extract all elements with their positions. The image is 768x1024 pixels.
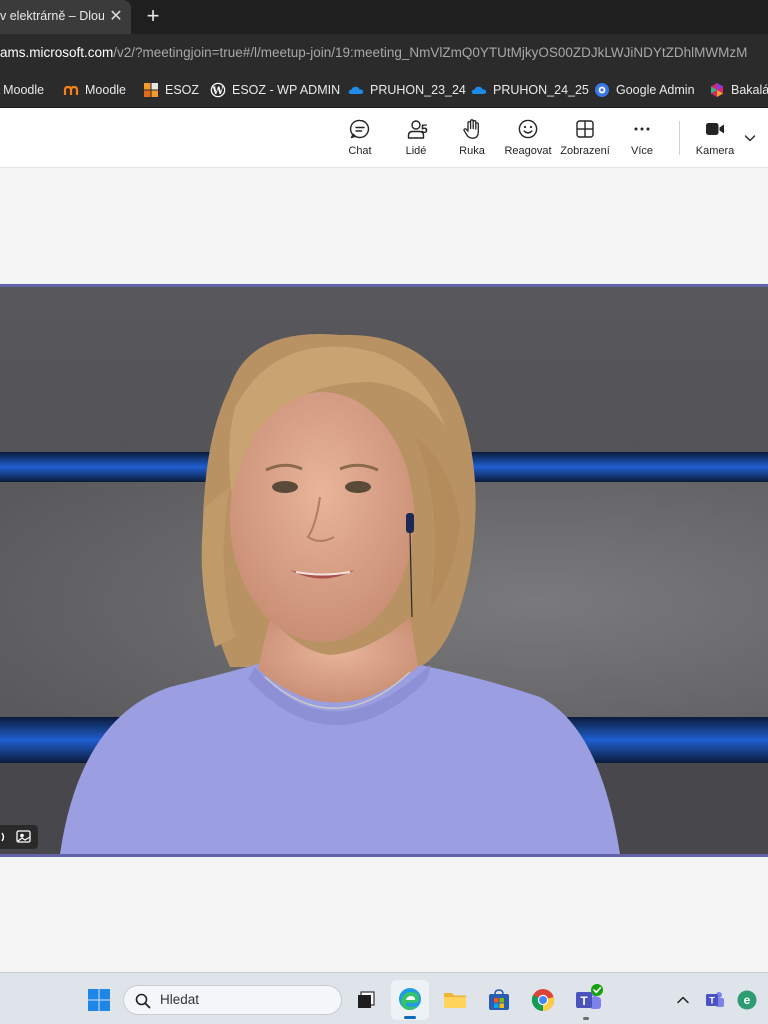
view-label: Zobrazení [560, 145, 610, 157]
search-icon [135, 993, 151, 1009]
close-tab-icon[interactable]: ✕ [108, 9, 124, 25]
moodle-icon [63, 85, 79, 95]
address-bar[interactable]: ams.microsoft.com/v2/?meetingjoin=true#/… [0, 34, 768, 72]
edge-active-tile[interactable] [391, 980, 429, 1020]
windows-taskbar: Hledat T T e [0, 972, 768, 1024]
bookmark-label: ESOZ - WP ADMIN [232, 83, 341, 97]
new-tab-button[interactable]: + [142, 5, 164, 27]
browser-tab-bar: v elektrárně – Dlouhá ✕ + [0, 0, 768, 34]
chat-icon [349, 119, 370, 139]
taskbar-search[interactable]: Hledat [123, 985, 342, 1015]
active-indicator [404, 1016, 416, 1019]
bookmark-label: A Moodle [0, 83, 45, 97]
chevron-down-icon[interactable] [742, 130, 758, 146]
teams-icon[interactable]: T [573, 983, 605, 1015]
people-button[interactable]: 5 Lidé [388, 118, 444, 164]
bakalari-icon [711, 83, 723, 97]
onedrive-icon [471, 86, 487, 94]
grid-view-icon [576, 120, 594, 138]
google-admin-icon [595, 83, 609, 97]
chat-button[interactable]: Chat [332, 118, 388, 164]
chevron-up-icon[interactable] [674, 991, 692, 1009]
bookmark-moodle[interactable]: Moodle [63, 72, 126, 107]
wordpress-icon: W [210, 82, 226, 98]
bookmark-label: PRUHON_23_24 [370, 83, 466, 97]
more-button[interactable]: Více [614, 118, 670, 164]
microsoft-store-icon[interactable] [486, 987, 512, 1013]
svg-text:W: W [211, 86, 224, 97]
edge-icon [399, 988, 421, 1010]
people-count-badge: 5 [421, 122, 428, 136]
bookmark-label: Moodle [85, 83, 126, 97]
svg-text:T: T [709, 996, 715, 1006]
bookmarks-bar: A Moodle Moodle ESOZ W ESOZ - WP ADMIN P… [0, 72, 768, 108]
svg-text:T: T [580, 994, 588, 1008]
video-controls[interactable] [0, 825, 38, 849]
chat-label: Chat [348, 145, 372, 157]
camera-icon [706, 123, 724, 135]
smiley-icon [518, 119, 538, 139]
bookmark-label: ESOZ [165, 83, 200, 97]
task-view-icon[interactable] [354, 987, 380, 1013]
bookmark-label: PRUHON_24_25 [493, 83, 589, 97]
bookmark-label: Bakaláři [731, 83, 768, 97]
raise-hand-label: Ruka [459, 145, 485, 157]
view-button[interactable]: Zobrazení [557, 118, 613, 164]
people-label: Lidé [405, 145, 427, 157]
react-label: Reagovat [504, 145, 552, 157]
search-placeholder: Hledat [160, 992, 200, 1007]
bookmark-pruhon-24-25[interactable]: PRUHON_24_25 [471, 72, 589, 107]
react-button[interactable]: Reagovat [500, 118, 556, 164]
file-explorer-icon[interactable] [442, 987, 468, 1013]
windows-start-icon[interactable] [86, 987, 112, 1013]
camera-label: Kamera [695, 145, 735, 157]
more-label: Více [630, 145, 653, 157]
participant-video[interactable] [0, 284, 768, 857]
bookmark-bakalari[interactable]: Bakaláři [709, 72, 768, 107]
video-frame [0, 287, 768, 854]
bookmark-esoz-wp-admin[interactable]: W ESOZ - WP ADMIN [210, 72, 341, 107]
bookmark-esoz[interactable]: ESOZ [143, 72, 200, 107]
url-host: ams.microsoft.com [0, 45, 114, 60]
meeting-toolbar: Chat 5 Lidé Ruka Reagovat Zobrazení Více… [0, 108, 768, 168]
edge-tray-icon[interactable]: e [736, 989, 758, 1011]
video-options-icon [1, 830, 31, 843]
chrome-icon[interactable] [530, 987, 556, 1013]
onedrive-icon [348, 86, 364, 94]
toolbar-divider [679, 121, 680, 155]
bookmark-label: Google Admin [616, 83, 695, 97]
raise-hand-icon [463, 119, 479, 139]
bookmark-a-moodle[interactable]: A Moodle [0, 72, 45, 107]
bookmark-pruhon-23-24[interactable]: PRUHON_23_24 [348, 72, 466, 107]
bookmark-google-admin[interactable]: Google Admin [594, 72, 695, 107]
active-tab[interactable]: v elektrárně – Dlouhá ✕ [0, 0, 131, 34]
camera-button[interactable]: Kamera [687, 118, 743, 164]
teams-tray-icon[interactable]: T [704, 989, 726, 1011]
svg-text:e: e [744, 993, 751, 1007]
tab-title: v elektrárně – Dlouhá [0, 9, 104, 23]
url-text[interactable]: ams.microsoft.com/v2/?meetingjoin=true#/… [0, 45, 768, 60]
running-indicator [583, 1017, 589, 1020]
esoz-icon [144, 83, 158, 97]
url-path: /v2/?meetingjoin=true#/l/meetup-join/19:… [113, 45, 748, 60]
raise-hand-button[interactable]: Ruka [444, 118, 500, 164]
more-icon [634, 127, 650, 131]
